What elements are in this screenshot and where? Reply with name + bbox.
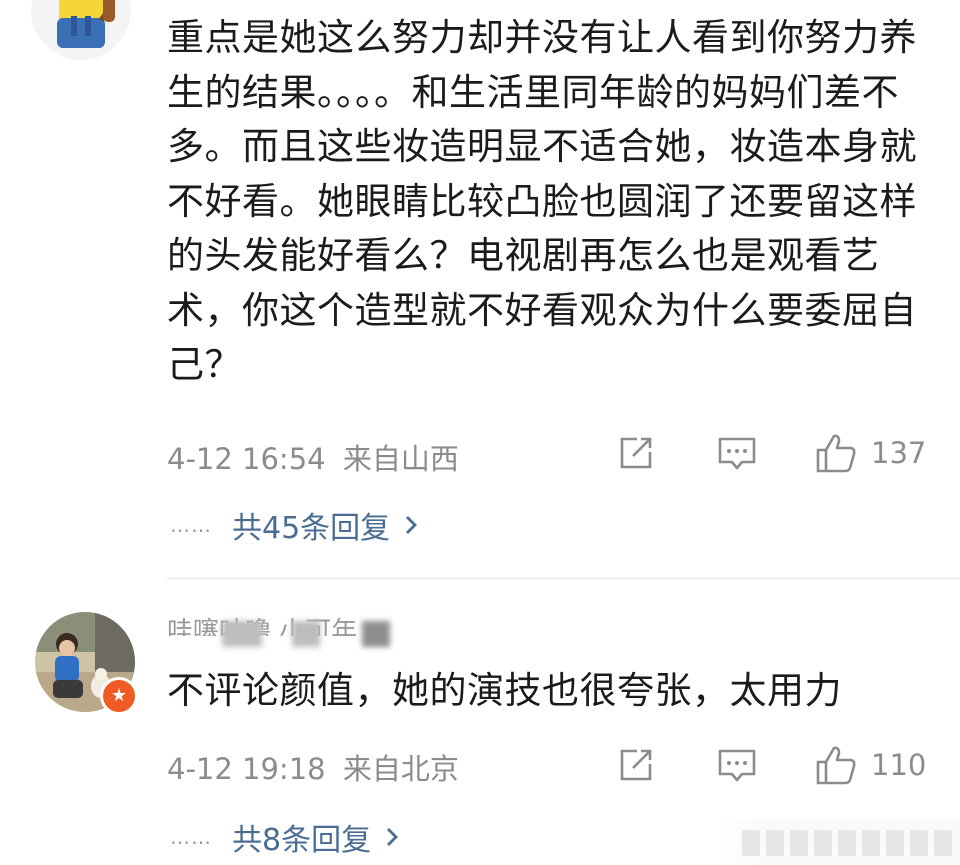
comment-item: 重点是她这么努力却并没有让人看到你努力养生的结果。。。。和生活里同年龄的妈妈们差… — [0, 0, 960, 570]
comment-icon — [718, 437, 756, 470]
divider — [167, 578, 960, 579]
star-badge-icon: ★ — [100, 677, 138, 715]
comment-button[interactable] — [717, 435, 757, 473]
view-replies-link[interactable]: 共8条回复 — [232, 815, 371, 859]
watermark — [717, 820, 960, 865]
like-count: 110 — [871, 748, 927, 782]
comment-icon — [718, 749, 756, 782]
thumbs-up-icon — [816, 746, 856, 785]
comment-button[interactable] — [717, 747, 757, 785]
like-button[interactable]: 137 — [815, 432, 926, 474]
thumbs-up-icon — [816, 434, 856, 473]
like-button[interactable]: 110 — [815, 744, 926, 786]
comment-text: 不评论颜值，她的演技也很夸张，太用力 — [167, 669, 842, 712]
username[interactable]: 哇噻咕噜 小可年 — [167, 612, 357, 636]
replies-row: …… 共8条回复 — [170, 815, 399, 859]
share-button[interactable] — [617, 434, 655, 472]
comment-text: 重点是她这么努力却并没有让人看到你努力养生的结果。。。。和生活里同年龄的妈妈们差… — [167, 16, 917, 386]
dots-separator: …… — [170, 513, 212, 537]
blur-mask — [222, 621, 262, 647]
share-button[interactable] — [617, 746, 655, 784]
like-count: 137 — [871, 436, 927, 470]
chevron-right-icon — [387, 828, 399, 846]
comment-meta: 4-12 16:54 来自山西 — [167, 436, 459, 478]
blur-mask — [292, 621, 320, 647]
comment-location: 来自山西 — [342, 442, 459, 476]
comment-meta: 4-12 19:18 来自北京 — [167, 746, 459, 788]
chevron-right-icon — [406, 516, 418, 534]
replies-row: …… 共45条回复 — [170, 503, 418, 547]
comment-date: 4-12 16:54 — [167, 442, 326, 476]
minion-avatar-icon — [31, 0, 131, 60]
comment-location: 来自北京 — [342, 752, 459, 786]
comment-date: 4-12 19:18 — [167, 752, 326, 786]
view-replies-link[interactable]: 共45条回复 — [232, 503, 390, 547]
avatar[interactable] — [31, 0, 131, 60]
share-icon — [620, 437, 652, 469]
blur-mask — [362, 621, 390, 647]
dots-separator: …… — [170, 825, 212, 849]
share-icon — [620, 749, 652, 781]
